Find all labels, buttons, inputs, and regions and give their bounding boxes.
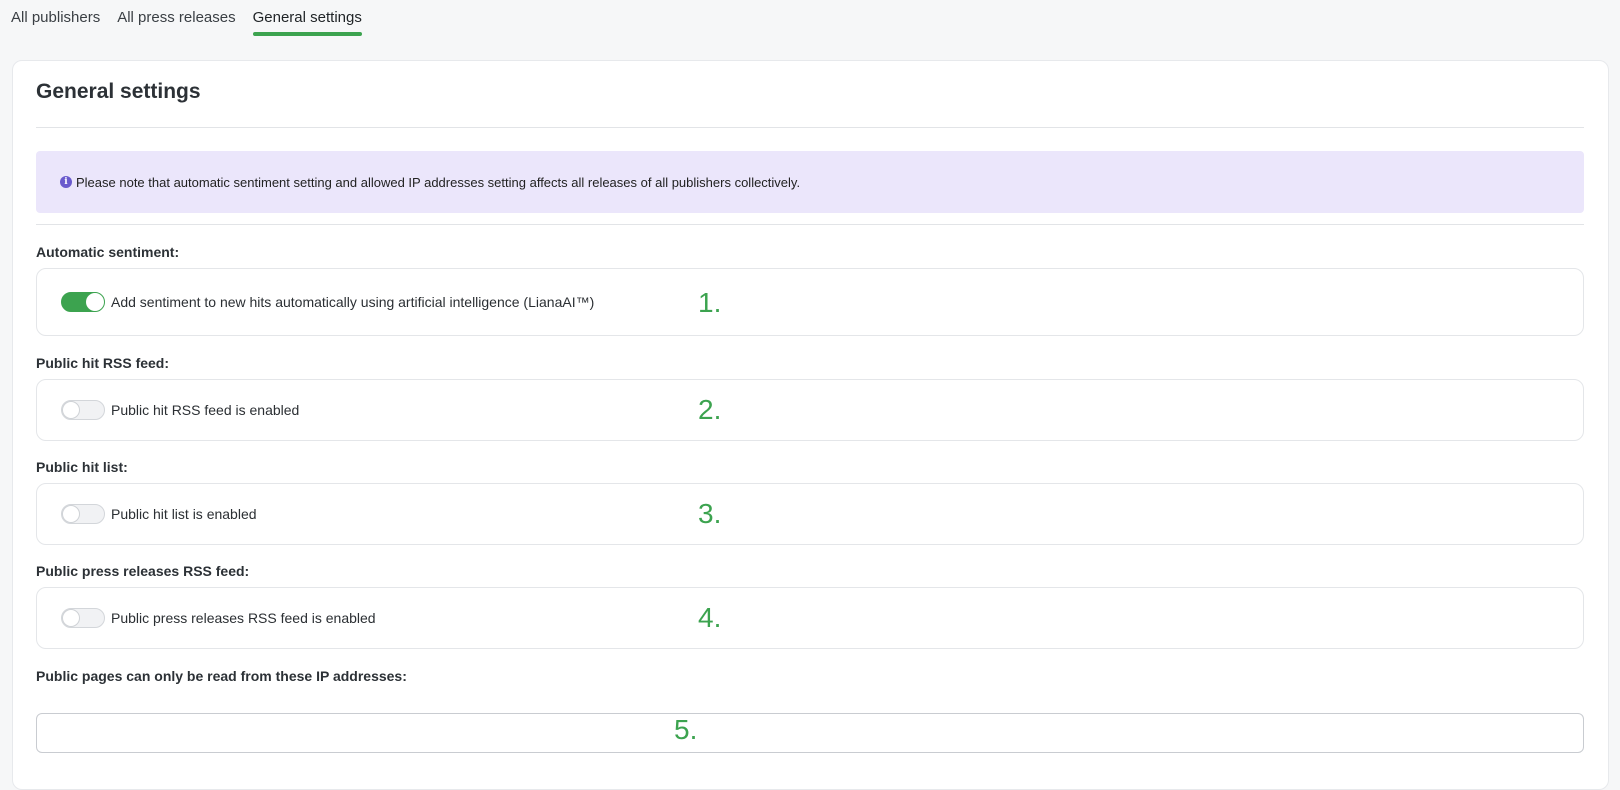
marker-3: 3. <box>698 498 722 529</box>
marker-1: 1. <box>698 287 722 318</box>
page-title: General settings <box>36 80 201 103</box>
public-hit-rss-toggle[interactable] <box>61 400 105 420</box>
public-press-rss-text: Public press releases RSS feed is enable… <box>111 610 376 626</box>
public-hit-list-box: Public hit list is enabled 3. <box>36 483 1584 545</box>
marker-5: 5. <box>674 714 698 745</box>
tab-all-press-releases[interactable]: All press releases <box>117 0 235 36</box>
automatic-sentiment-toggle[interactable] <box>61 292 105 312</box>
ip-addresses-input[interactable]: 5. <box>36 713 1584 753</box>
toggle-knob <box>62 401 80 419</box>
automatic-sentiment-text: Add sentiment to new hits automatically … <box>111 294 595 310</box>
notice-text: Please note that automatic sentiment set… <box>76 174 801 190</box>
public-hit-rss-text: Public hit RSS feed is enabled <box>111 402 300 418</box>
public-press-rss-toggle[interactable] <box>61 608 105 628</box>
notice-divider <box>36 224 1584 225</box>
automatic-sentiment-box: Add sentiment to new hits automatically … <box>36 268 1584 336</box>
info-icon: i <box>60 176 72 188</box>
public-press-rss-box: Public press releases RSS feed is enable… <box>36 587 1584 649</box>
title-divider <box>36 127 1584 128</box>
notice-banner: i Please note that automatic sentiment s… <box>36 151 1584 213</box>
tab-general-settings[interactable]: General settings <box>252 0 363 36</box>
settings-card: General settings i Please note that auto… <box>12 60 1609 790</box>
tab-bar: All publishers All press releases Genera… <box>0 0 368 40</box>
marker-4: 4. <box>698 602 722 633</box>
marker-2: 2. <box>698 394 722 425</box>
public-hit-rss-label: Public hit RSS feed: <box>36 355 170 371</box>
toggle-knob <box>62 609 80 627</box>
public-press-rss-label: Public press releases RSS feed: <box>36 563 250 579</box>
tab-all-publishers[interactable]: All publishers <box>11 0 100 36</box>
toggle-knob <box>86 293 104 311</box>
toggle-knob <box>62 505 80 523</box>
public-hit-rss-box: Public hit RSS feed is enabled 2. <box>36 379 1584 441</box>
public-hit-list-label: Public hit list: <box>36 459 128 475</box>
automatic-sentiment-label: Automatic sentiment: <box>36 244 180 260</box>
ip-addresses-label: Public pages can only be read from these… <box>36 668 407 684</box>
public-hit-list-text: Public hit list is enabled <box>111 506 257 522</box>
public-hit-list-toggle[interactable] <box>61 504 105 524</box>
